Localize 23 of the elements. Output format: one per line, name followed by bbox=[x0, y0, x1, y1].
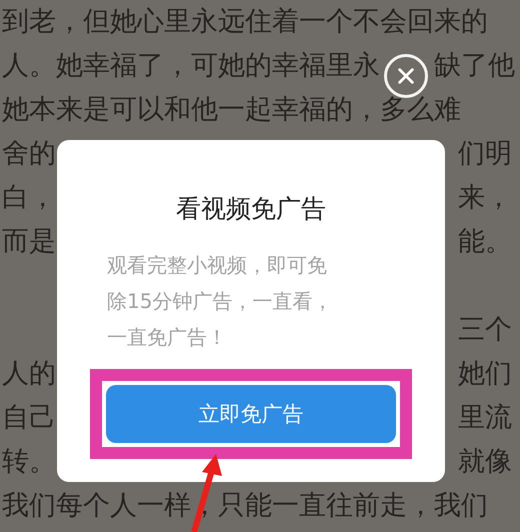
page-text-fragment: 人的 bbox=[2, 358, 56, 390]
dialog-message: 观看完整小视频，即可免除15分钟广告，一直看，一直免广告！ bbox=[107, 252, 334, 351]
page-text-fragment: 她们 bbox=[458, 358, 512, 390]
dialog-title: 看视频免广告 bbox=[176, 193, 326, 225]
page-text-fragment: 就像 bbox=[458, 446, 512, 478]
page-text-line: 到老，但她心里永远住着一个不会回来的 bbox=[2, 6, 488, 38]
close-button[interactable] bbox=[384, 54, 428, 98]
page-text-fragment: 来， bbox=[458, 182, 512, 214]
page-text-fragment: 白， bbox=[2, 182, 56, 214]
page-text-fragment: 舍的 bbox=[2, 138, 56, 170]
page-text-fragment: 缺了他 bbox=[434, 50, 515, 82]
page-text-fragment: 们明 bbox=[458, 138, 512, 170]
remove-ads-button[interactable]: 立即免广告 bbox=[106, 385, 396, 443]
close-icon bbox=[396, 66, 416, 86]
page-text-line: 我们每个人一样，只能一直往前走，我们 bbox=[2, 490, 488, 522]
page-text-fragment: 三个 bbox=[458, 314, 512, 346]
page-text-line: 她本来是可以和他一起幸福的，多么难 bbox=[2, 94, 461, 126]
page-text-fragment: 能。 bbox=[458, 226, 512, 258]
page-text-fragment: 里流 bbox=[458, 402, 512, 434]
page-text-fragment: 人。她幸福了，可她的幸福里永 bbox=[2, 50, 380, 82]
page-text-fragment: 转。 bbox=[2, 446, 56, 478]
page-text-fragment: 而是 bbox=[2, 226, 56, 258]
page-text-fragment: 自己 bbox=[2, 402, 56, 434]
